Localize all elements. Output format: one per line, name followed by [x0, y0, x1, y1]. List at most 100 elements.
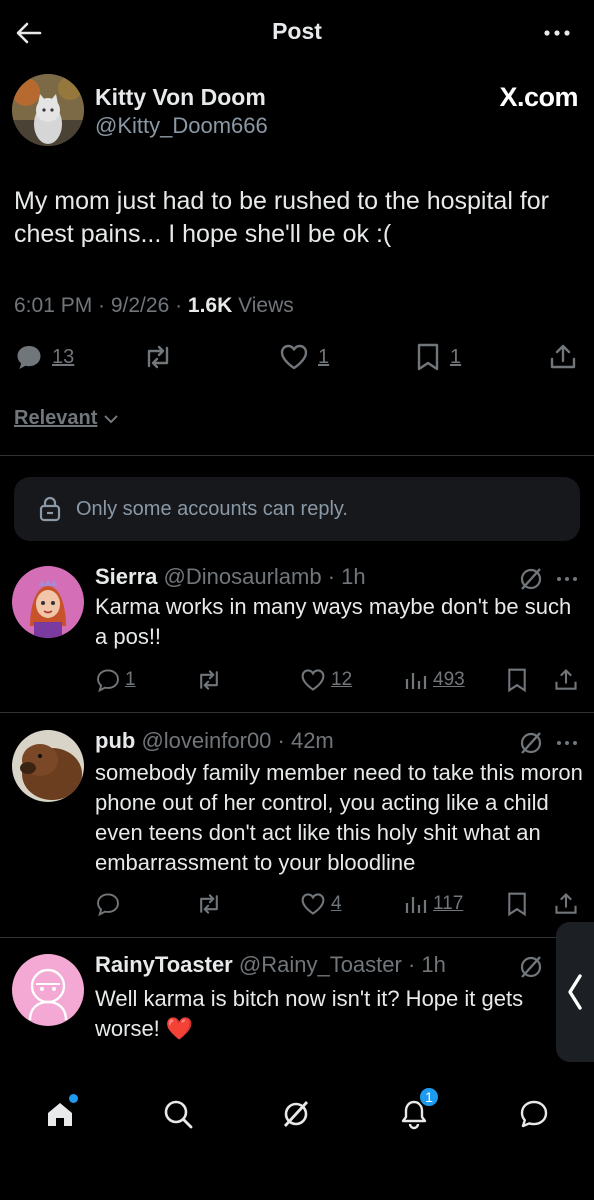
like-count: 12: [331, 669, 353, 690]
reply-count: 13: [52, 345, 75, 368]
heart-icon: [301, 669, 325, 691]
notification-badge: 1: [418, 1086, 440, 1108]
grok-icon[interactable]: [518, 566, 544, 592]
reply-item[interactable]: RainyToaster @Rainy_Toaster · 1h Well ka…: [0, 950, 594, 1060]
author-avatar[interactable]: [12, 74, 84, 146]
reply-author-handle[interactable]: @Rainy_Toaster · 1h: [239, 952, 446, 977]
views-label: Views: [232, 294, 294, 317]
reply-sort-dropdown[interactable]: Relevant: [14, 407, 119, 430]
repost-button[interactable]: [195, 890, 223, 918]
chevron-down-icon: [104, 414, 119, 423]
reply-more-icon[interactable]: [554, 733, 580, 753]
reply-author-handle[interactable]: @loveinfor00 · 42m: [141, 728, 333, 753]
like-button[interactable]: 12: [299, 666, 352, 694]
bookmark-icon: [508, 892, 526, 917]
post-timestamp: 6:01 PM · 9/2/26 ·: [14, 294, 188, 317]
bottom-navigation: 1: [0, 1080, 594, 1150]
reply-item[interactable]: pub @loveinfor00 · 42m somebody family m…: [0, 726, 594, 936]
reply-restriction-notice: Only some accounts can reply.: [14, 477, 580, 541]
bookmark-button[interactable]: [505, 890, 529, 918]
reply-author-name[interactable]: pub: [95, 728, 135, 753]
reply-icon: [97, 893, 119, 917]
reply-restriction-text: Only some accounts can reply.: [76, 497, 348, 520]
views-bar-chart-icon: [405, 673, 427, 689]
reply-text: Karma works in many ways maybe don't be …: [95, 594, 572, 649]
repost-icon: [200, 670, 218, 690]
reply-button[interactable]: [95, 890, 125, 918]
heart-icon: [301, 893, 325, 915]
search-icon: [164, 1100, 193, 1129]
divider: [0, 455, 594, 456]
bookmark-button[interactable]: 1: [414, 340, 461, 374]
repost-icon: [200, 894, 218, 914]
sort-label: Relevant: [14, 407, 98, 429]
repost-icon: [142, 342, 174, 372]
views-bar-chart-icon: [405, 897, 427, 913]
reply-actions: 1 12 493: [95, 666, 585, 694]
reply-icon: [14, 342, 44, 372]
like-button[interactable]: 4: [299, 890, 342, 918]
grok-icon[interactable]: [518, 954, 544, 980]
like-count: 1: [318, 345, 330, 368]
post-actions: 13 1 1: [14, 340, 580, 376]
share-button[interactable]: [553, 666, 579, 694]
views-count: 493: [433, 669, 465, 690]
bookmark-icon: [508, 668, 526, 693]
author-name[interactable]: Kitty Von Doom: [95, 84, 266, 111]
post-text: My mom just had to be rushed to the hosp…: [14, 187, 549, 248]
like-button[interactable]: 1: [278, 340, 329, 374]
bookmark-button[interactable]: [505, 666, 529, 694]
top-bar: Post: [0, 0, 594, 66]
reply-author-name[interactable]: Sierra: [95, 564, 157, 589]
reply-text: Well karma is bitch now isn't it? Hope i…: [95, 986, 524, 1041]
side-panel-tab[interactable]: [556, 922, 594, 1062]
share-icon: [555, 892, 577, 914]
reply-more-icon[interactable]: [554, 569, 580, 589]
share-button[interactable]: [548, 340, 578, 374]
repost-button[interactable]: [142, 340, 174, 374]
post-author: Kitty Von Doom @Kitty_Doom666 X.com: [12, 74, 582, 154]
share-icon: [555, 668, 577, 690]
grok-icon: [283, 1101, 309, 1127]
views-button[interactable]: 117: [403, 890, 463, 918]
reply-icon: [97, 669, 119, 693]
lock-icon: [38, 496, 62, 522]
views-button[interactable]: 493: [403, 666, 465, 694]
chevron-left-icon: [568, 974, 582, 1010]
grok-icon[interactable]: [518, 730, 544, 756]
home-notification-dot: [69, 1094, 78, 1103]
heart-icon: [278, 342, 310, 372]
share-icon: [548, 342, 578, 372]
post-meta: 6:01 PM · 9/2/26 · 1.6K Views: [14, 294, 294, 318]
avatar[interactable]: [12, 730, 84, 802]
repost-button[interactable]: [195, 666, 223, 694]
message-bubble-icon: [520, 1100, 548, 1128]
avatar[interactable]: [12, 954, 84, 1026]
x-logo: X.com: [499, 82, 578, 112]
nav-home[interactable]: [40, 1094, 80, 1134]
nav-grok[interactable]: [276, 1094, 316, 1134]
views-count: 117: [433, 893, 464, 914]
divider: [0, 712, 594, 713]
more-options-icon[interactable]: [542, 20, 572, 46]
nav-notifications[interactable]: 1: [394, 1086, 440, 1134]
like-count: 4: [331, 893, 342, 914]
reply-button[interactable]: 13: [14, 340, 74, 374]
reply-text: somebody family member need to take this…: [95, 760, 583, 875]
reply-actions: 4 117: [95, 890, 585, 918]
nav-messages[interactable]: [514, 1094, 554, 1134]
views-count: 1.6K: [187, 294, 233, 317]
reply-author-handle[interactable]: @Dinosaurlamb · 1h: [164, 564, 366, 589]
bookmark-icon: [414, 342, 442, 372]
page-title: Post: [272, 18, 322, 44]
bookmark-count: 1: [450, 345, 462, 368]
author-handle[interactable]: @Kitty_Doom666: [95, 113, 268, 139]
share-button[interactable]: [553, 890, 579, 918]
reply-button[interactable]: 1: [95, 666, 136, 694]
reply-count: 1: [125, 669, 136, 690]
avatar[interactable]: [12, 566, 84, 638]
divider: [0, 937, 594, 938]
nav-search[interactable]: [158, 1094, 198, 1134]
reply-author-name[interactable]: RainyToaster: [95, 952, 233, 977]
reply-item[interactable]: Sierra @Dinosaurlamb · 1h Karma works in…: [0, 560, 594, 710]
